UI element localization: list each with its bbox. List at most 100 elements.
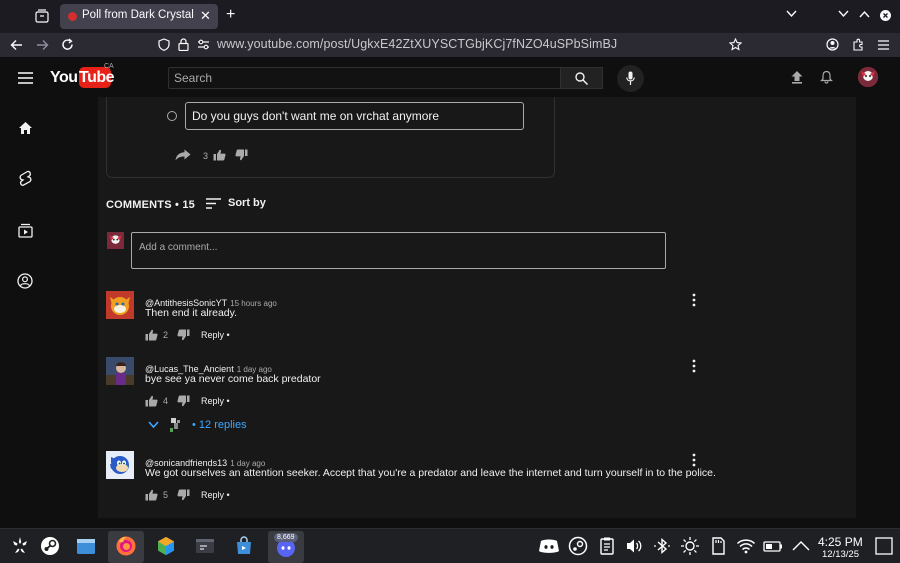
poll-card: Do you guys don't want me on vrchat anym… [106,97,555,178]
comment-text: bye see ya never come back predator [145,373,321,385]
bluetooth-icon[interactable] [651,535,675,559]
brightness-icon[interactable] [679,535,703,559]
volume-icon[interactable] [623,535,647,559]
poll-option[interactable]: Do you guys don't want me on vrchat anym… [185,102,524,130]
wifi-icon[interactable] [735,535,759,559]
chevron-down-icon [148,421,159,429]
back-arrow-icon[interactable] [10,39,23,51]
sidebar-item-subscriptions[interactable] [18,223,33,238]
comment-more-icon[interactable] [689,293,699,307]
forward-arrow-icon[interactable] [36,39,49,51]
comment-text: We got ourselves an attention seeker. Ac… [145,467,716,479]
logo-you-text: You [50,69,78,86]
steam-tray-icon[interactable] [567,535,591,559]
notifications-bell-icon[interactable] [820,70,833,84]
view-replies-button[interactable]: • 12 replies [146,417,266,433]
comment-time[interactable]: 15 hours ago [230,299,277,308]
add-comment-input[interactable]: Add a comment... [131,232,666,269]
system-taskbar: 8,669 4:25 PM 12/13/25 [0,528,900,563]
window-maximize-icon[interactable] [859,10,870,18]
share-icon[interactable] [175,149,191,161]
comment-like-count: 4 [163,396,169,406]
sort-icon [206,198,221,209]
home-icon [19,122,32,134]
window-close-icon[interactable] [880,10,891,21]
youtube-favicon-icon [68,12,77,21]
poll-radio[interactable] [167,111,177,121]
reload-icon[interactable] [61,38,74,51]
comment-more-icon[interactable] [689,359,699,373]
sd-card-icon[interactable] [707,535,731,559]
add-comment-placeholder: Add a comment... [139,242,218,253]
clock-time[interactable]: 4:25 PM [818,535,863,549]
reply-button[interactable]: Reply • [201,396,230,406]
dislike-icon[interactable] [177,395,190,407]
new-tab-icon[interactable]: + [226,6,235,24]
upload-icon[interactable] [790,70,804,84]
tray-expand-chevron-icon[interactable] [790,535,814,559]
voice-search-button[interactable] [617,65,644,92]
terminal-icon[interactable] [193,534,217,558]
tab-overview-icon[interactable] [35,9,49,23]
url-bar[interactable]: www.youtube.com/post/UgkxE42ZtXUYSCTGbjK… [217,37,617,51]
like-icon[interactable] [145,489,158,501]
comment-more-icon[interactable] [689,453,699,467]
poll-option-text: Do you guys don't want me on vrchat anym… [192,109,440,123]
sidebar-item-home[interactable] [18,121,33,135]
reply-button[interactable]: Reply • [201,490,230,500]
reply-author-avatar [168,417,182,433]
like-icon[interactable] [145,329,158,341]
store-bag-icon[interactable] [232,534,256,558]
search-placeholder: Search [174,71,213,85]
extensions-puzzle-icon[interactable] [852,38,865,51]
app-menu-hamburger-icon[interactable] [878,40,889,50]
dislike-icon[interactable] [177,329,190,341]
discover-store-icon[interactable] [154,534,178,558]
firefox-icon[interactable] [114,534,138,558]
sidebar-item-shorts[interactable] [18,170,33,187]
list-tabs-chevron-icon[interactable] [786,10,797,18]
logo-tube-text: Tube [79,67,115,88]
tab-close-icon[interactable]: ✕ [200,8,211,24]
guide-sidebar [0,97,50,528]
steam-icon[interactable] [38,534,62,558]
application-launcher-icon[interactable] [8,534,32,558]
comment-like-count: 2 [163,330,169,340]
account-icon[interactable] [826,38,839,51]
dislike-icon[interactable] [235,149,248,161]
user-avatar[interactable] [858,67,878,87]
like-icon[interactable] [213,149,226,161]
window-minimize-icon[interactable] [838,10,849,18]
comment-text: Then end it already. [145,307,238,319]
current-user-avatar [107,232,124,249]
tracking-protection-shield-icon[interactable] [158,38,170,51]
browser-nav-bar: www.youtube.com/post/UgkxE42ZtXUYSCTGbjK… [0,33,900,57]
sidebar-item-you[interactable] [17,273,33,289]
region-code: CA [104,63,114,70]
sort-by-label: Sort by [228,197,266,209]
bookmark-star-icon[interactable] [729,38,742,51]
search-button[interactable] [561,67,603,89]
file-manager-icon[interactable] [74,534,98,558]
comment-avatar[interactable] [106,451,134,479]
like-icon[interactable] [145,395,158,407]
comment-actions: 5 Reply • [145,488,345,502]
comment-avatar[interactable] [106,291,134,319]
comment-actions: 2 Reply • [145,328,345,342]
search-input[interactable]: Search [168,67,561,89]
permissions-icon[interactable] [197,39,210,50]
dislike-icon[interactable] [177,489,190,501]
browser-tab-active[interactable]: Poll from Dark Crystal E ✕ [60,4,218,29]
guide-menu-icon[interactable] [18,72,33,84]
site-lock-icon[interactable] [178,38,189,51]
clipboard-icon[interactable] [596,535,620,559]
battery-icon[interactable] [762,535,786,559]
reply-button[interactable]: Reply • [201,330,230,340]
show-desktop-icon[interactable] [873,535,897,559]
tab-title: Poll from Dark Crystal E [82,9,194,21]
post-page: Do you guys don't want me on vrchat anym… [98,97,856,518]
browser-tab-bar: Poll from Dark Crystal E ✕ + [0,0,900,33]
discord-tray-icon[interactable] [538,535,562,559]
comment-avatar[interactable] [106,357,134,385]
clock-date[interactable]: 12/13/25 [822,549,859,560]
